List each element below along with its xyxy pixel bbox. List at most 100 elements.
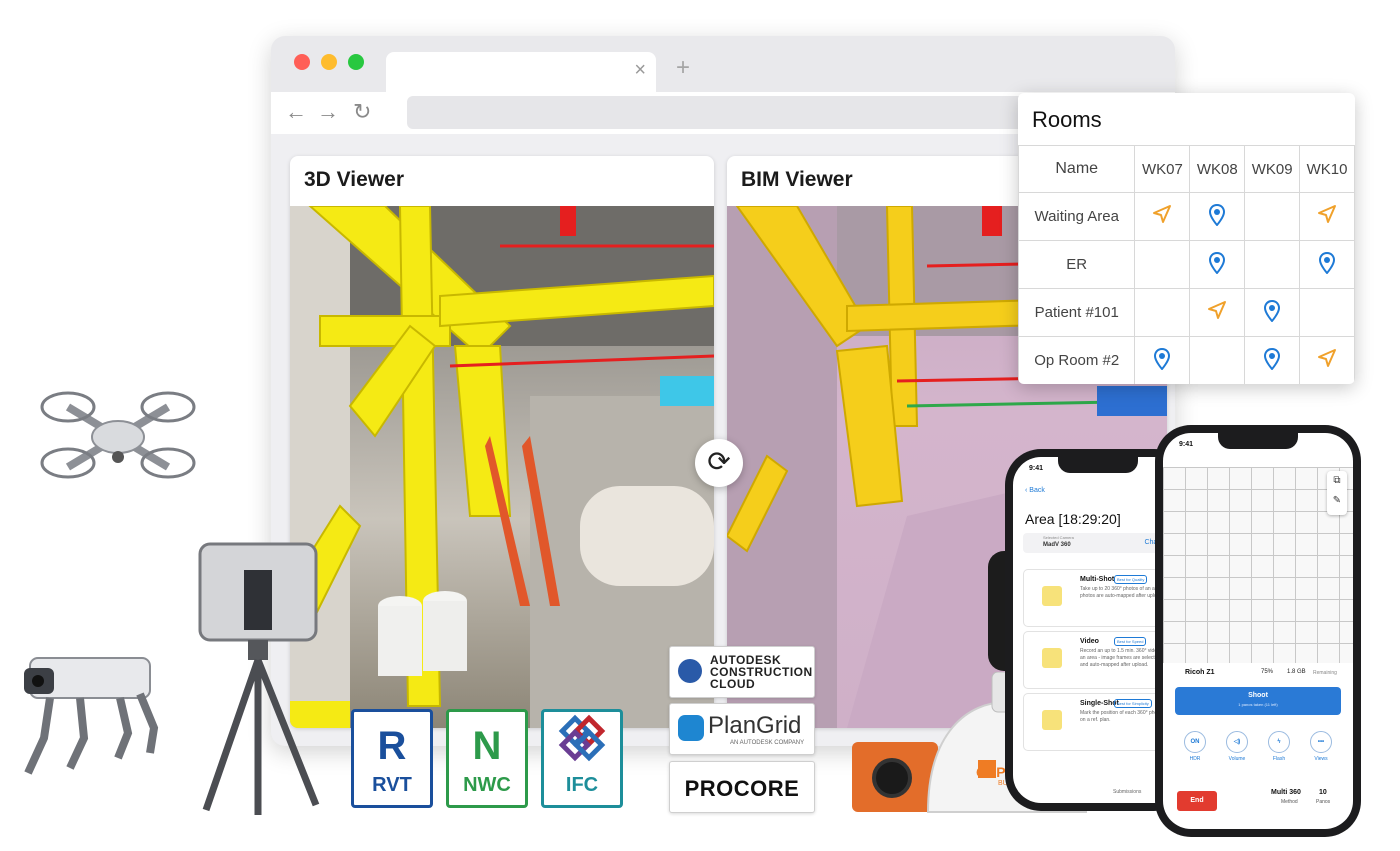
rooms-title: Rooms (1032, 107, 1102, 132)
flash-icon: ϟ (1268, 731, 1290, 753)
minimize-window-button[interactable] (321, 54, 337, 70)
forward-arrow-icon[interactable]: → (317, 100, 339, 124)
maximize-window-button[interactable] (348, 54, 364, 70)
volume-label: Volume (1228, 756, 1246, 762)
table-row[interactable]: Op Room #2 (1018, 336, 1355, 384)
rooms-table-body: Waiting Area ER Patient #101 Op Room #2 (1018, 192, 1355, 384)
navigation-arrow-icon (1207, 300, 1227, 325)
video-icon (1042, 648, 1062, 668)
table-row[interactable]: Waiting Area (1018, 192, 1355, 241)
views-icon: ••• (1310, 731, 1332, 753)
shoot-button[interactable]: Shoot 1 panos taken (11 left) (1175, 687, 1341, 715)
week-cell (1244, 240, 1301, 289)
sync-views-button[interactable]: ⟳ (695, 439, 743, 487)
method-label: Method (1281, 799, 1298, 805)
storage-remaining-label: Remaining (1313, 670, 1337, 676)
plangrid-icon (678, 715, 704, 741)
week-cell[interactable] (1189, 192, 1246, 241)
mode-name: Video (1080, 638, 1099, 645)
week-cell (1299, 288, 1355, 337)
room-name-cell: Waiting Area (1018, 192, 1136, 241)
storage-level: 1.8 GB (1287, 669, 1306, 675)
bim-viewer-title: BIM Viewer (741, 168, 853, 191)
3d-viewer-canvas[interactable] (290, 206, 714, 728)
phone-right-screen: 9:41 ⧉ ✎ Ricoh Z1 75% 1.8 GB Remaining S… (1163, 433, 1353, 829)
nwc-file-icon: N NWC (446, 709, 528, 808)
back-arrow-icon[interactable]: ← (285, 100, 307, 124)
close-window-button[interactable] (294, 54, 310, 70)
rooms-table-card: Rooms Name WK07 WK08 WK09 WK10 Waiting A… (1018, 93, 1355, 384)
week-cell (1134, 288, 1191, 337)
plangrid-wordmark: PlanGrid (708, 712, 802, 739)
navigation-arrow-icon (1317, 204, 1337, 229)
new-tab-icon[interactable]: + (676, 56, 690, 80)
volume-icon: ◁) (1226, 731, 1248, 753)
selected-camera-value: MadV 360 (1043, 542, 1071, 548)
phone-notch (1057, 457, 1138, 473)
status-bar-time: 9:41 (1029, 465, 1044, 472)
plangrid-logo: PlanGrid AN AUTODESK COMPANY (669, 703, 815, 755)
back-link[interactable]: ‹ Back (1025, 487, 1045, 494)
phone-notch (1218, 433, 1298, 449)
browser-tab[interactable]: × (386, 52, 656, 92)
navigation-arrow-icon (1317, 348, 1337, 373)
mode-multi-shot[interactable]: Multi-Shot Best for Quality Take up to 2… (1023, 569, 1173, 627)
autodesk-construction-cloud-logo: AUTODESK CONSTRUCTION CLOUD (669, 646, 815, 698)
week-cell[interactable] (1134, 192, 1191, 241)
browser-titlebar: × + (271, 36, 1175, 92)
phone-capture-screen: 9:41 ⧉ ✎ Ricoh Z1 75% 1.8 GB Remaining S… (1155, 425, 1361, 837)
week-cell[interactable] (1299, 192, 1355, 241)
views-toggle[interactable]: ••• Views (1307, 731, 1335, 762)
nwc-label: NWC (463, 774, 511, 796)
edit-icon[interactable]: ✎ (1327, 491, 1347, 511)
drone-icon (40, 391, 196, 479)
hdr-toggle[interactable]: ON HDR (1181, 731, 1209, 762)
table-row[interactable]: Patient #101 (1018, 288, 1355, 337)
table-row[interactable]: ER (1018, 240, 1355, 289)
column-header-wk08: WK08 (1189, 145, 1246, 193)
week-cell[interactable] (1189, 288, 1246, 337)
tab-close-icon[interactable]: × (634, 60, 646, 80)
views-label: Views (1314, 756, 1328, 762)
floor-plan-map[interactable]: ⧉ ✎ (1163, 467, 1353, 663)
week-cell[interactable] (1244, 288, 1301, 337)
volume-toggle[interactable]: ◁) Volume (1223, 731, 1251, 762)
selected-camera-row[interactable]: Selected Camera MadV 360 Change (1023, 533, 1173, 553)
shoot-sublabel: 1 panos taken (11 left) (1238, 702, 1278, 707)
multi-shot-icon (1042, 586, 1062, 606)
procore-logo: PROCORE (669, 761, 815, 813)
nwc-letter: N (472, 724, 502, 768)
battery-level: 75% (1261, 669, 1274, 675)
3d-viewer-panel: 3D Viewer (290, 156, 714, 728)
method-value: Multi 360 (1271, 789, 1301, 796)
reload-icon[interactable]: ↻ (353, 100, 371, 124)
week-cell (1189, 336, 1246, 384)
column-header-name: Name (1018, 145, 1136, 193)
column-header-wk09: WK09 (1244, 145, 1301, 193)
column-header-wk07: WK07 (1134, 145, 1191, 193)
week-cell[interactable] (1299, 336, 1355, 384)
3d-scene-illustration (290, 206, 714, 728)
mode-video[interactable]: Video Best for Speed Record an up to 1.5… (1023, 631, 1173, 689)
week-cell[interactable] (1244, 336, 1301, 384)
mode-tag: Best for Quality (1114, 575, 1148, 584)
panos-label: Panos (1316, 799, 1331, 805)
submissions-tab[interactable]: Submissions (1113, 789, 1141, 795)
camera-name: Ricoh Z1 (1185, 669, 1215, 676)
week-cell[interactable] (1299, 240, 1355, 289)
end-button[interactable]: End (1177, 791, 1217, 811)
mode-single-shot[interactable]: Single-Shot Best for Simplicity Mark the… (1023, 693, 1173, 751)
selected-camera-label: Selected Camera (1043, 535, 1074, 540)
week-cell[interactable] (1189, 240, 1246, 289)
copy-icon[interactable]: ⧉ (1327, 471, 1347, 491)
ifc-logo-icon (558, 714, 606, 762)
mode-tag: Best for Speed (1114, 637, 1147, 646)
week-cell[interactable] (1134, 336, 1191, 384)
plangrid-subtitle: AN AUTODESK COMPANY (730, 740, 805, 746)
camera-status-bar: Ricoh Z1 75% 1.8 GB Remaining (1163, 667, 1353, 681)
flash-toggle[interactable]: ϟ Flash (1265, 731, 1293, 762)
ifc-file-icon: IFC (541, 709, 623, 808)
map-tools: ⧉ ✎ (1327, 471, 1347, 515)
navigation-arrow-icon (1152, 204, 1172, 229)
camera-lens-icon (872, 758, 912, 798)
